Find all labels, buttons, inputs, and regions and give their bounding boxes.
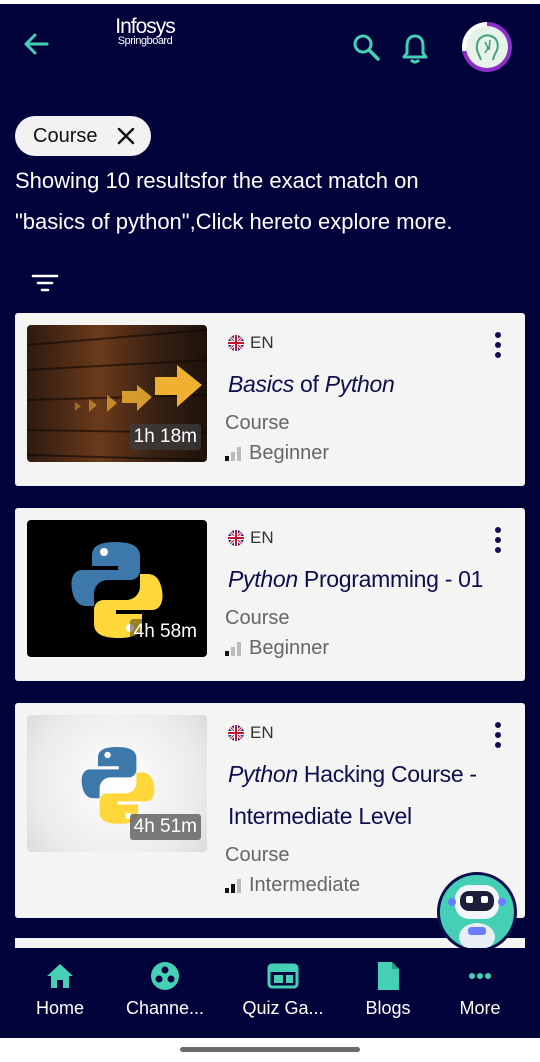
nav-blogs[interactable]: Blogs xyxy=(343,960,433,1019)
level-label: Intermediate xyxy=(249,874,361,896)
uk-flag-icon xyxy=(228,335,244,351)
course-level: Beginner xyxy=(225,442,329,465)
language-label: EN xyxy=(250,333,274,352)
sort-filter-button[interactable] xyxy=(30,268,60,298)
duration-badge: 4h 58m xyxy=(129,619,201,645)
course-card[interactable]: 1h 18m EN Basics of Python Course Beginn… xyxy=(15,313,525,486)
course-filter-chip[interactable]: Course xyxy=(15,116,151,156)
more-icon xyxy=(469,973,491,979)
course-level: Intermediate xyxy=(225,874,360,897)
title-emphasis: Python xyxy=(228,566,298,592)
course-thumbnail: 4h 58m xyxy=(27,520,207,657)
profile-avatar[interactable] xyxy=(462,22,512,72)
logo-line1: Infosys xyxy=(115,15,176,38)
course-card[interactable]: 4h 58m EN Python Programming - 01 Course… xyxy=(15,508,525,681)
course-title[interactable]: Python Programming - 01 xyxy=(228,558,483,600)
blogs-icon xyxy=(378,962,399,990)
course-title[interactable]: Basics of Python xyxy=(228,363,395,405)
back-arrow-icon xyxy=(24,33,49,55)
chip-label: Course xyxy=(33,124,98,147)
nav-channels[interactable]: Channe... xyxy=(120,960,210,1019)
bell-icon xyxy=(402,34,428,64)
language-tag: EN xyxy=(228,333,274,353)
more-options-icon[interactable] xyxy=(493,721,503,749)
nav-more[interactable]: More xyxy=(435,960,525,1019)
search-button[interactable] xyxy=(351,32,381,62)
robot-icon xyxy=(448,885,506,949)
notifications-button[interactable] xyxy=(400,32,430,64)
search-icon xyxy=(353,34,380,61)
filter-icon xyxy=(31,274,59,292)
title-emphasis: Basics xyxy=(228,371,294,397)
level-bars-icon xyxy=(225,446,241,461)
nav-more-label: More xyxy=(459,998,501,1018)
channels-icon xyxy=(151,962,179,990)
nav-blogs-label: Blogs xyxy=(365,998,411,1018)
nav-quiz-games-label: Quiz Ga... xyxy=(242,998,324,1018)
course-type: Course xyxy=(225,412,290,434)
level-bars-icon xyxy=(225,878,241,893)
course-thumbnail: 4h 51m xyxy=(27,715,207,852)
nav-channels-label: Channe... xyxy=(125,998,205,1018)
course-thumbnail: 1h 18m xyxy=(27,325,207,462)
results-line1: Showing 10 resultsfor the exact match on xyxy=(15,168,419,193)
avatar-image xyxy=(466,26,508,68)
title-emphasis: Python xyxy=(228,761,298,787)
course-type: Course xyxy=(225,844,290,866)
bottom-navigation: Home Channe... Quiz Ga... Blogs More xyxy=(0,948,540,1038)
uk-flag-icon xyxy=(228,530,244,546)
home-icon xyxy=(47,964,73,988)
close-icon[interactable] xyxy=(117,127,135,145)
more-options-icon[interactable] xyxy=(493,331,503,359)
results-summary: Showing 10 resultsfor the exact match on… xyxy=(15,160,515,242)
duration-badge: 4h 51m xyxy=(129,814,201,840)
app-header: Infosys Springboard xyxy=(0,4,540,80)
level-label: Beginner xyxy=(249,442,330,464)
quiz-games-icon xyxy=(267,963,299,989)
language-tag: EN xyxy=(228,723,274,743)
infosys-springboard-logo: Infosys Springboard xyxy=(112,16,178,47)
title-rest: of xyxy=(293,371,325,397)
duration-badge: 1h 18m xyxy=(129,424,201,450)
level-bars-icon xyxy=(225,641,241,656)
uk-flag-icon xyxy=(228,725,244,741)
nav-home-label: Home xyxy=(35,998,84,1018)
more-options-icon[interactable] xyxy=(493,526,503,554)
title-line2: Intermediate Level xyxy=(228,803,412,829)
course-title[interactable]: Python Hacking Course - Intermediate Lev… xyxy=(228,753,477,837)
course-type: Course xyxy=(225,607,290,629)
nav-home[interactable]: Home xyxy=(15,960,105,1019)
results-line2[interactable]: "basics of python",Click hereto explore … xyxy=(15,201,515,242)
home-indicator[interactable] xyxy=(180,1047,360,1052)
logo-line2: Springboard xyxy=(117,35,173,47)
language-tag: EN xyxy=(228,528,274,548)
language-label: EN xyxy=(250,528,274,547)
title-rest: Programming - 01 xyxy=(297,566,484,592)
title-rest: Hacking Course - xyxy=(297,761,477,787)
course-level: Beginner xyxy=(225,637,329,660)
back-button[interactable] xyxy=(20,28,52,60)
nav-quiz-games[interactable]: Quiz Ga... xyxy=(238,960,328,1019)
level-label: Beginner xyxy=(249,637,330,659)
language-label: EN xyxy=(250,723,274,742)
chatbot-button[interactable] xyxy=(437,872,517,952)
title-emphasis-2: Python xyxy=(324,371,395,397)
